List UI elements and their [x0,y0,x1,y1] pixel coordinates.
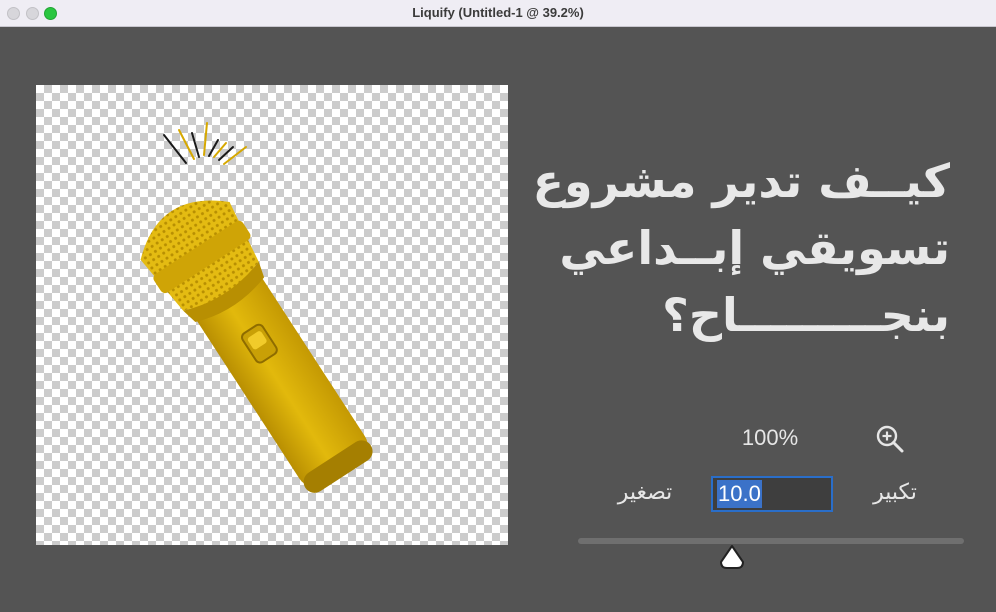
brush-size-input[interactable]: 10.0 [711,476,833,512]
title-bar: Liquify (Untitled-1 @ 39.2%) [0,0,996,27]
shrink-label: تصغير [617,480,673,505]
grow-label: تكبير [873,480,917,505]
sound-burst-lines [163,122,247,165]
window-title: Liquify (Untitled-1 @ 39.2%) [412,5,584,20]
microphone-artwork [140,122,373,493]
headline-line-2: تسويقي إبــداعي [559,221,950,275]
brush-size-slider[interactable] [578,538,964,544]
zoom-in-icon[interactable] [874,423,906,455]
headline-text: كيــف تدير مشروع تسويقي إبــداعي بنجــــ… [532,148,950,349]
brush-size-value[interactable]: 10.0 [717,480,762,508]
slider-thumb[interactable] [718,543,746,571]
zoom-percentage: 100% [741,425,799,450]
headline-line-1: كيــف تدير مشروع [532,154,950,208]
liquify-canvas[interactable] [36,85,508,545]
headline-line-3: بنجـــــــــاح؟ [662,288,950,342]
